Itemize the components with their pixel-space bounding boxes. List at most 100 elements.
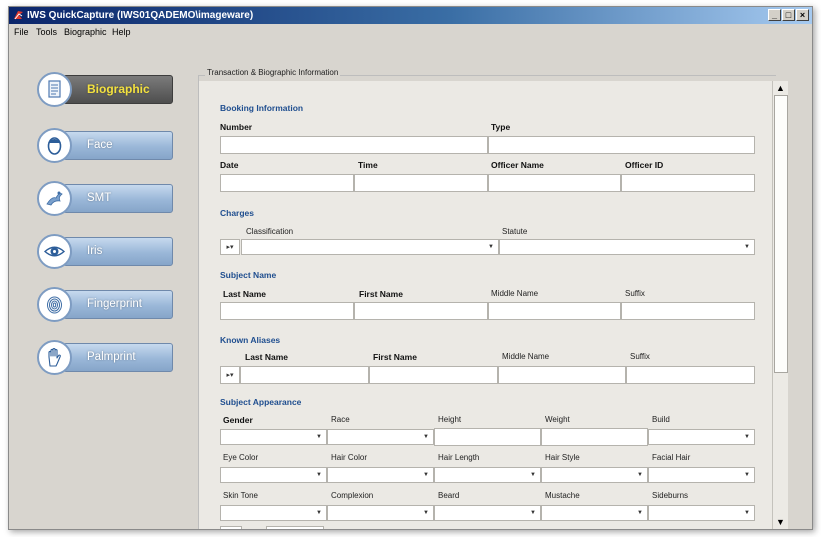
label-build: Build [652, 415, 670, 424]
last-name-field[interactable] [220, 302, 354, 320]
mustache-dropdown[interactable]: ▼ [541, 505, 648, 521]
menu-help[interactable]: Help [112, 24, 131, 40]
minimize-button[interactable]: _ [768, 9, 781, 21]
classification-dropdown[interactable]: ▼ [241, 239, 499, 255]
label-number: Number [220, 122, 253, 132]
label-date: Date [220, 160, 239, 170]
partial-field[interactable] [266, 526, 324, 529]
sideburns-dropdown[interactable]: ▼ [648, 505, 755, 521]
type-field[interactable] [488, 136, 755, 154]
gender-dropdown[interactable]: ▼ [220, 429, 327, 445]
chevron-down-icon: ▼ [744, 434, 750, 440]
number-field[interactable] [220, 136, 488, 154]
nav-smt-button[interactable]: SMT [37, 181, 173, 216]
charges-expand-button[interactable]: ▸▾ [220, 239, 240, 255]
officer-id-field[interactable] [621, 174, 755, 192]
label-hair-color: Hair Color [331, 453, 368, 462]
partial-checkbox[interactable] [220, 526, 242, 529]
label-officer-id: Officer ID [625, 160, 664, 170]
chevron-down-icon: ▼ [423, 472, 429, 478]
skin-tone-dropdown[interactable]: ▼ [220, 505, 327, 521]
menu-bar: File Tools Biographic Help [9, 24, 812, 40]
menu-biographic[interactable]: Biographic [64, 24, 107, 40]
alias-suffix-field[interactable] [626, 366, 755, 384]
section-charges-title: Charges [220, 208, 255, 218]
label-height: Height [438, 415, 462, 424]
close-button[interactable]: × [796, 9, 809, 21]
label-alias-middle-name: Middle Name [502, 352, 550, 361]
section-aliases-title: Known Aliases [220, 335, 281, 345]
aliases-expand-button[interactable]: ▸▾ [220, 366, 240, 384]
race-dropdown[interactable]: ▼ [327, 429, 434, 445]
label-mustache: Mustache [545, 491, 580, 500]
label-statute: Statute [502, 227, 528, 236]
scroll-up-arrow-icon[interactable]: ▲ [774, 82, 787, 95]
eye-color-dropdown[interactable]: ▼ [220, 467, 327, 483]
facial-hair-dropdown[interactable]: ▼ [648, 467, 755, 483]
date-field[interactable] [220, 174, 354, 192]
statute-dropdown[interactable]: ▼ [499, 239, 755, 255]
hair-style-dropdown[interactable]: ▼ [541, 467, 648, 483]
chevron-down-icon: ▼ [530, 510, 536, 516]
suffix-field[interactable] [621, 302, 755, 320]
label-sideburns: Sideburns [652, 491, 689, 500]
scroll-down-arrow-icon[interactable]: ▼ [774, 516, 787, 529]
app-window: IWS QuickCapture (IWS01QADEMO\imageware)… [8, 6, 813, 530]
label-middle-name: Middle Name [491, 289, 539, 298]
label-complexion: Complexion [331, 491, 374, 500]
alias-middle-name-field[interactable] [498, 366, 626, 384]
title-bar: IWS QuickCapture (IWS01QADEMO\imageware)… [9, 7, 812, 24]
label-facial-hair: Facial Hair [652, 453, 691, 462]
vertical-scrollbar[interactable]: ▲ ▼ [772, 81, 788, 529]
chevron-down-icon: ▼ [316, 510, 322, 516]
nav-biographic-button[interactable]: Biographic [37, 72, 173, 107]
menu-tools[interactable]: Tools [36, 24, 57, 40]
scroll-thumb[interactable] [774, 95, 788, 373]
nav-iris-button[interactable]: Iris [37, 234, 173, 269]
alias-last-name-field[interactable] [240, 366, 369, 384]
label-alias-first-name: First Name [373, 352, 417, 362]
section-subject-name-title: Subject Name [220, 270, 277, 280]
nav-face-label: Face [87, 139, 113, 151]
chevron-down-icon: ▼ [530, 472, 536, 478]
middle-name-field[interactable] [488, 302, 621, 320]
label-hair-length: Hair Length [438, 453, 480, 462]
officer-name-field[interactable] [488, 174, 621, 192]
chevron-down-icon: ▼ [423, 510, 429, 516]
label-classification: Classification [246, 227, 294, 236]
maximize-button[interactable]: □ [782, 9, 795, 21]
nav-iris-label: Iris [87, 245, 103, 257]
chevron-down-icon: ▼ [423, 434, 429, 440]
weight-field[interactable] [541, 428, 648, 446]
nav-fingerprint-button[interactable]: Fingerprint [37, 287, 173, 322]
hair-length-dropdown[interactable]: ▼ [434, 467, 541, 483]
label-hair-style: Hair Style [545, 453, 580, 462]
chevron-down-icon: ▼ [637, 472, 643, 478]
chevron-down-icon: ▼ [316, 434, 322, 440]
chevron-down-icon: ▼ [744, 244, 750, 250]
label-gender: Gender [223, 415, 253, 425]
build-dropdown[interactable]: ▼ [648, 429, 755, 445]
section-appearance-title: Subject Appearance [220, 397, 302, 407]
label-skin-tone: Skin Tone [223, 491, 258, 500]
alias-first-name-field[interactable] [369, 366, 498, 384]
nav-palmprint-button[interactable]: Palmprint [37, 340, 173, 375]
complexion-dropdown[interactable]: ▼ [327, 505, 434, 521]
chevron-down-icon: ▼ [744, 510, 750, 516]
nav-biographic-label: Biographic [87, 82, 150, 96]
window-title: IWS QuickCapture (IWS01QADEMO\imageware) [27, 10, 254, 21]
nav-palmprint-label: Palmprint [87, 351, 136, 363]
hand-icon [37, 340, 72, 375]
hair-color-dropdown[interactable]: ▼ [327, 467, 434, 483]
label-time: Time [358, 160, 378, 170]
nav-face-button[interactable]: Face [37, 128, 173, 163]
label-officer-name: Officer Name [491, 160, 544, 170]
time-field[interactable] [354, 174, 488, 192]
menu-file[interactable]: File [14, 24, 29, 40]
beard-dropdown[interactable]: ▼ [434, 505, 541, 521]
label-alias-last-name: Last Name [245, 352, 288, 362]
fingerprint-icon [37, 287, 72, 322]
height-field[interactable] [434, 428, 541, 446]
first-name-field[interactable] [354, 302, 488, 320]
label-beard: Beard [438, 491, 460, 500]
